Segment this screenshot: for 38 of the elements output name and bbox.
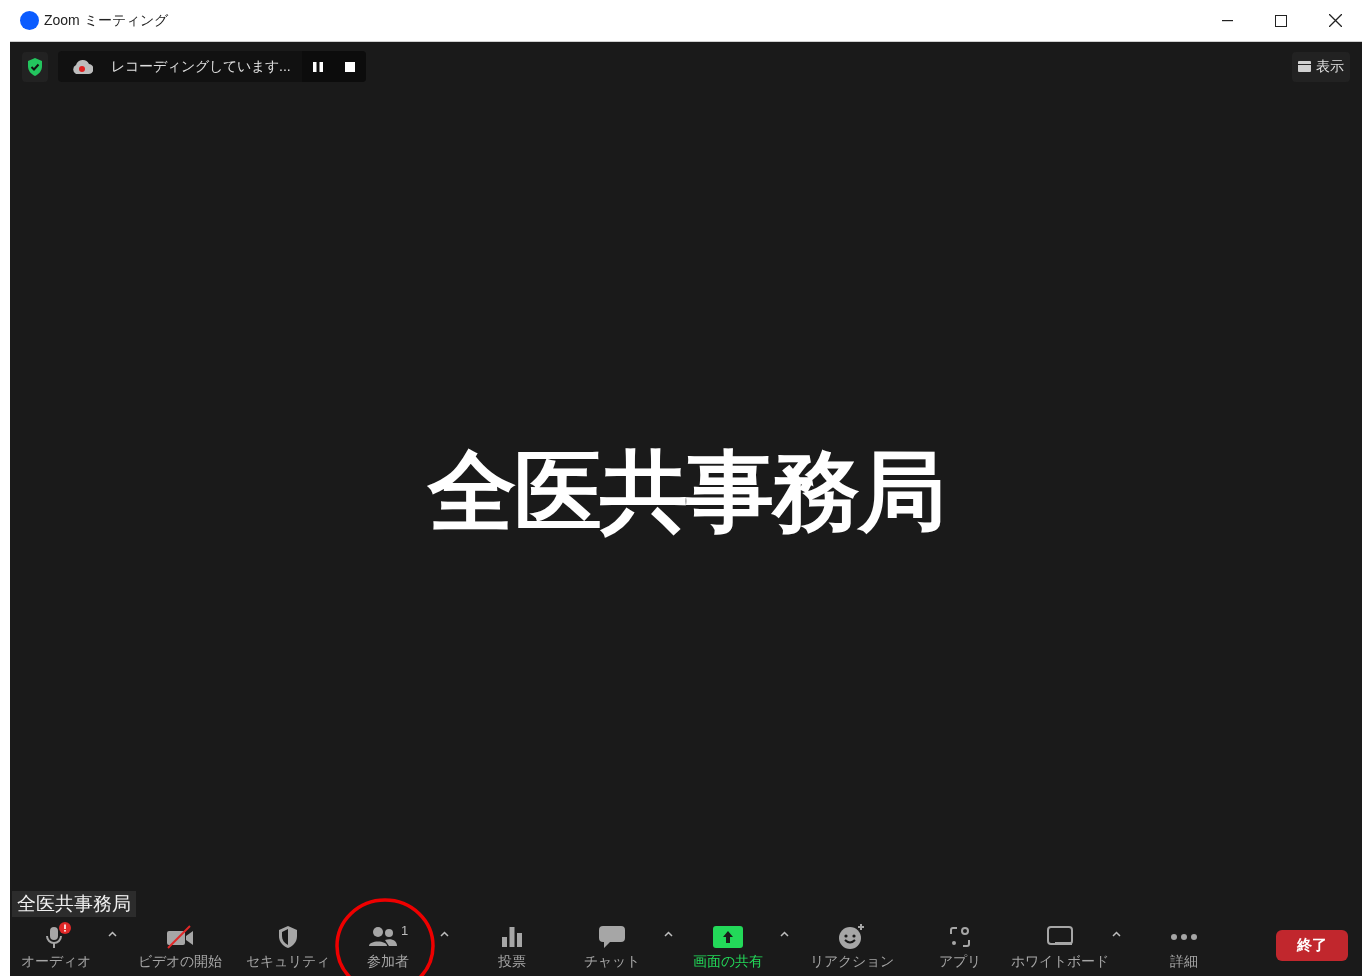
security-badge[interactable] [22, 51, 48, 82]
speech-bubble-icon [598, 924, 626, 950]
toolbar-button[interactable]: オーディオ [10, 922, 102, 970]
caret-icon [1111, 931, 1121, 937]
minimize-icon [1221, 19, 1233, 22]
stop-icon [345, 61, 355, 72]
app-logo-icon [20, 11, 39, 30]
toolbar-button[interactable]: 投票 [458, 922, 566, 970]
maximize-icon [1275, 14, 1287, 27]
view-button[interactable]: 表示 [1292, 51, 1350, 82]
grid-icon [1298, 61, 1311, 72]
participant-name-display: 全医共事務局 [428, 440, 944, 543]
people-icon [367, 926, 398, 948]
toolbar-button[interactable]: セキュリティ [234, 922, 342, 970]
close-icon [1328, 14, 1342, 27]
toolbar-button[interactable]: 詳細 [1130, 922, 1238, 970]
caret-icon [663, 931, 673, 937]
caret-icon [107, 931, 117, 937]
alert-badge-icon [59, 922, 71, 934]
apps-icon [948, 925, 972, 949]
more-icon [1170, 932, 1198, 942]
bar-chart-icon [500, 925, 524, 949]
participant-count: 1 [400, 922, 409, 940]
caret-icon [779, 931, 789, 937]
recording-status: レコーディングしています... [111, 57, 291, 76]
smiley-plus-icon [838, 923, 866, 951]
toolbar-button[interactable]: ビデオの開始 [126, 922, 234, 970]
toolbar-button[interactable]: 画面の共有 [682, 922, 774, 970]
caret-icon [439, 931, 449, 937]
window-title: Zoom ミーティング [44, 11, 168, 30]
shield-check-icon [27, 57, 43, 76]
shield-icon [276, 924, 300, 950]
cloud-record-icon [71, 58, 93, 75]
pause-icon [313, 61, 323, 72]
name-tag: 全医共事務局 [12, 891, 136, 917]
toolbar-button[interactable]: リアクション [798, 922, 906, 970]
toolbar-button[interactable]: チャット [566, 922, 658, 970]
end-button[interactable]: 終了 [1276, 930, 1348, 961]
